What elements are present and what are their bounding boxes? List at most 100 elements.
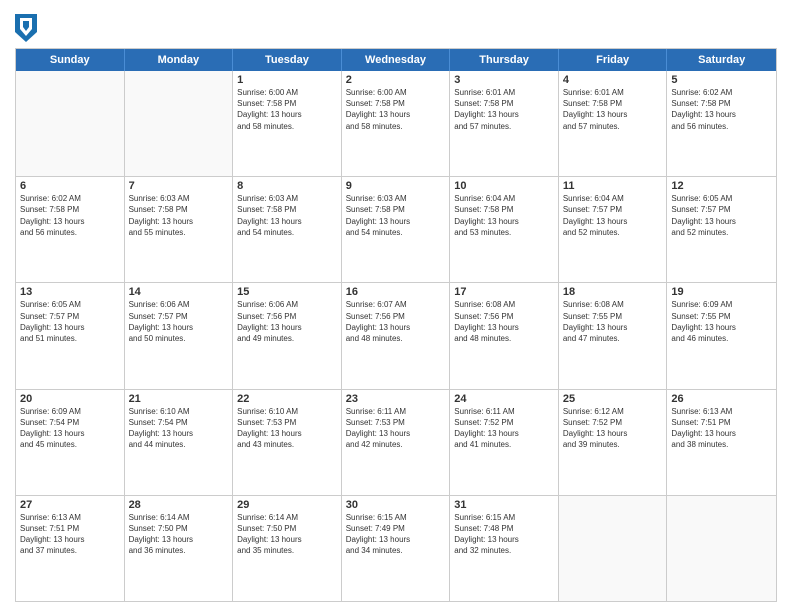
cell-info: Sunrise: 6:15 AM Sunset: 7:48 PM Dayligh… xyxy=(454,512,554,557)
cell-info: Sunrise: 6:14 AM Sunset: 7:50 PM Dayligh… xyxy=(129,512,229,557)
calendar-cell: 5Sunrise: 6:02 AM Sunset: 7:58 PM Daylig… xyxy=(667,71,776,176)
calendar-header-cell: Saturday xyxy=(667,49,776,71)
day-number: 8 xyxy=(237,180,337,192)
calendar-cell: 13Sunrise: 6:05 AM Sunset: 7:57 PM Dayli… xyxy=(16,283,125,388)
calendar-cell: 21Sunrise: 6:10 AM Sunset: 7:54 PM Dayli… xyxy=(125,390,234,495)
cell-info: Sunrise: 6:05 AM Sunset: 7:57 PM Dayligh… xyxy=(20,299,120,344)
day-number: 1 xyxy=(237,74,337,86)
calendar-cell: 16Sunrise: 6:07 AM Sunset: 7:56 PM Dayli… xyxy=(342,283,451,388)
calendar-cell: 19Sunrise: 6:09 AM Sunset: 7:55 PM Dayli… xyxy=(667,283,776,388)
cell-info: Sunrise: 6:13 AM Sunset: 7:51 PM Dayligh… xyxy=(671,406,772,451)
calendar-cell: 12Sunrise: 6:05 AM Sunset: 7:57 PM Dayli… xyxy=(667,177,776,282)
day-number: 23 xyxy=(346,393,446,405)
calendar-cell: 20Sunrise: 6:09 AM Sunset: 7:54 PM Dayli… xyxy=(16,390,125,495)
cell-info: Sunrise: 6:02 AM Sunset: 7:58 PM Dayligh… xyxy=(671,87,772,132)
calendar-cell: 3Sunrise: 6:01 AM Sunset: 7:58 PM Daylig… xyxy=(450,71,559,176)
calendar-header-cell: Friday xyxy=(559,49,668,71)
calendar-cell: 9Sunrise: 6:03 AM Sunset: 7:58 PM Daylig… xyxy=(342,177,451,282)
calendar-header-cell: Thursday xyxy=(450,49,559,71)
calendar-cell: 8Sunrise: 6:03 AM Sunset: 7:58 PM Daylig… xyxy=(233,177,342,282)
cell-info: Sunrise: 6:06 AM Sunset: 7:56 PM Dayligh… xyxy=(237,299,337,344)
cell-info: Sunrise: 6:08 AM Sunset: 7:55 PM Dayligh… xyxy=(563,299,663,344)
day-number: 12 xyxy=(671,180,772,192)
calendar-cell xyxy=(559,496,668,601)
day-number: 30 xyxy=(346,499,446,511)
page: SundayMondayTuesdayWednesdayThursdayFrid… xyxy=(0,0,792,612)
calendar-cell: 30Sunrise: 6:15 AM Sunset: 7:49 PM Dayli… xyxy=(342,496,451,601)
day-number: 20 xyxy=(20,393,120,405)
day-number: 25 xyxy=(563,393,663,405)
cell-info: Sunrise: 6:12 AM Sunset: 7:52 PM Dayligh… xyxy=(563,406,663,451)
calendar-cell: 17Sunrise: 6:08 AM Sunset: 7:56 PM Dayli… xyxy=(450,283,559,388)
cell-info: Sunrise: 6:04 AM Sunset: 7:58 PM Dayligh… xyxy=(454,193,554,238)
header xyxy=(15,10,777,42)
calendar-row: 13Sunrise: 6:05 AM Sunset: 7:57 PM Dayli… xyxy=(16,283,776,389)
logo xyxy=(15,14,39,42)
cell-info: Sunrise: 6:09 AM Sunset: 7:54 PM Dayligh… xyxy=(20,406,120,451)
calendar-cell: 25Sunrise: 6:12 AM Sunset: 7:52 PM Dayli… xyxy=(559,390,668,495)
day-number: 28 xyxy=(129,499,229,511)
calendar-header-cell: Monday xyxy=(125,49,234,71)
cell-info: Sunrise: 6:07 AM Sunset: 7:56 PM Dayligh… xyxy=(346,299,446,344)
calendar-header-cell: Tuesday xyxy=(233,49,342,71)
calendar-cell: 6Sunrise: 6:02 AM Sunset: 7:58 PM Daylig… xyxy=(16,177,125,282)
cell-info: Sunrise: 6:00 AM Sunset: 7:58 PM Dayligh… xyxy=(237,87,337,132)
calendar-row: 6Sunrise: 6:02 AM Sunset: 7:58 PM Daylig… xyxy=(16,177,776,283)
calendar-cell: 23Sunrise: 6:11 AM Sunset: 7:53 PM Dayli… xyxy=(342,390,451,495)
cell-info: Sunrise: 6:14 AM Sunset: 7:50 PM Dayligh… xyxy=(237,512,337,557)
day-number: 18 xyxy=(563,286,663,298)
cell-info: Sunrise: 6:05 AM Sunset: 7:57 PM Dayligh… xyxy=(671,193,772,238)
day-number: 6 xyxy=(20,180,120,192)
calendar-body: 1Sunrise: 6:00 AM Sunset: 7:58 PM Daylig… xyxy=(16,71,776,601)
calendar-row: 27Sunrise: 6:13 AM Sunset: 7:51 PM Dayli… xyxy=(16,496,776,601)
calendar-cell: 28Sunrise: 6:14 AM Sunset: 7:50 PM Dayli… xyxy=(125,496,234,601)
day-number: 13 xyxy=(20,286,120,298)
day-number: 17 xyxy=(454,286,554,298)
day-number: 5 xyxy=(671,74,772,86)
calendar-header-cell: Sunday xyxy=(16,49,125,71)
cell-info: Sunrise: 6:06 AM Sunset: 7:57 PM Dayligh… xyxy=(129,299,229,344)
calendar-row: 20Sunrise: 6:09 AM Sunset: 7:54 PM Dayli… xyxy=(16,390,776,496)
day-number: 24 xyxy=(454,393,554,405)
calendar-cell: 7Sunrise: 6:03 AM Sunset: 7:58 PM Daylig… xyxy=(125,177,234,282)
cell-info: Sunrise: 6:01 AM Sunset: 7:58 PM Dayligh… xyxy=(454,87,554,132)
day-number: 11 xyxy=(563,180,663,192)
calendar-cell: 27Sunrise: 6:13 AM Sunset: 7:51 PM Dayli… xyxy=(16,496,125,601)
cell-info: Sunrise: 6:11 AM Sunset: 7:52 PM Dayligh… xyxy=(454,406,554,451)
calendar-cell: 31Sunrise: 6:15 AM Sunset: 7:48 PM Dayli… xyxy=(450,496,559,601)
calendar-cell xyxy=(125,71,234,176)
day-number: 16 xyxy=(346,286,446,298)
day-number: 27 xyxy=(20,499,120,511)
cell-info: Sunrise: 6:10 AM Sunset: 7:54 PM Dayligh… xyxy=(129,406,229,451)
day-number: 10 xyxy=(454,180,554,192)
day-number: 15 xyxy=(237,286,337,298)
cell-info: Sunrise: 6:00 AM Sunset: 7:58 PM Dayligh… xyxy=(346,87,446,132)
calendar-header-cell: Wednesday xyxy=(342,49,451,71)
day-number: 29 xyxy=(237,499,337,511)
calendar-cell xyxy=(667,496,776,601)
cell-info: Sunrise: 6:11 AM Sunset: 7:53 PM Dayligh… xyxy=(346,406,446,451)
calendar-row: 1Sunrise: 6:00 AM Sunset: 7:58 PM Daylig… xyxy=(16,71,776,177)
day-number: 26 xyxy=(671,393,772,405)
logo-icon xyxy=(15,14,37,42)
day-number: 22 xyxy=(237,393,337,405)
calendar-cell: 24Sunrise: 6:11 AM Sunset: 7:52 PM Dayli… xyxy=(450,390,559,495)
calendar-cell: 15Sunrise: 6:06 AM Sunset: 7:56 PM Dayli… xyxy=(233,283,342,388)
calendar-cell: 29Sunrise: 6:14 AM Sunset: 7:50 PM Dayli… xyxy=(233,496,342,601)
cell-info: Sunrise: 6:10 AM Sunset: 7:53 PM Dayligh… xyxy=(237,406,337,451)
day-number: 3 xyxy=(454,74,554,86)
calendar-header: SundayMondayTuesdayWednesdayThursdayFrid… xyxy=(16,49,776,71)
calendar-cell: 2Sunrise: 6:00 AM Sunset: 7:58 PM Daylig… xyxy=(342,71,451,176)
cell-info: Sunrise: 6:08 AM Sunset: 7:56 PM Dayligh… xyxy=(454,299,554,344)
calendar-cell: 11Sunrise: 6:04 AM Sunset: 7:57 PM Dayli… xyxy=(559,177,668,282)
calendar-cell: 10Sunrise: 6:04 AM Sunset: 7:58 PM Dayli… xyxy=(450,177,559,282)
calendar-cell: 18Sunrise: 6:08 AM Sunset: 7:55 PM Dayli… xyxy=(559,283,668,388)
calendar-cell: 26Sunrise: 6:13 AM Sunset: 7:51 PM Dayli… xyxy=(667,390,776,495)
cell-info: Sunrise: 6:01 AM Sunset: 7:58 PM Dayligh… xyxy=(563,87,663,132)
day-number: 21 xyxy=(129,393,229,405)
day-number: 14 xyxy=(129,286,229,298)
day-number: 19 xyxy=(671,286,772,298)
day-number: 2 xyxy=(346,74,446,86)
calendar-cell xyxy=(16,71,125,176)
cell-info: Sunrise: 6:03 AM Sunset: 7:58 PM Dayligh… xyxy=(237,193,337,238)
